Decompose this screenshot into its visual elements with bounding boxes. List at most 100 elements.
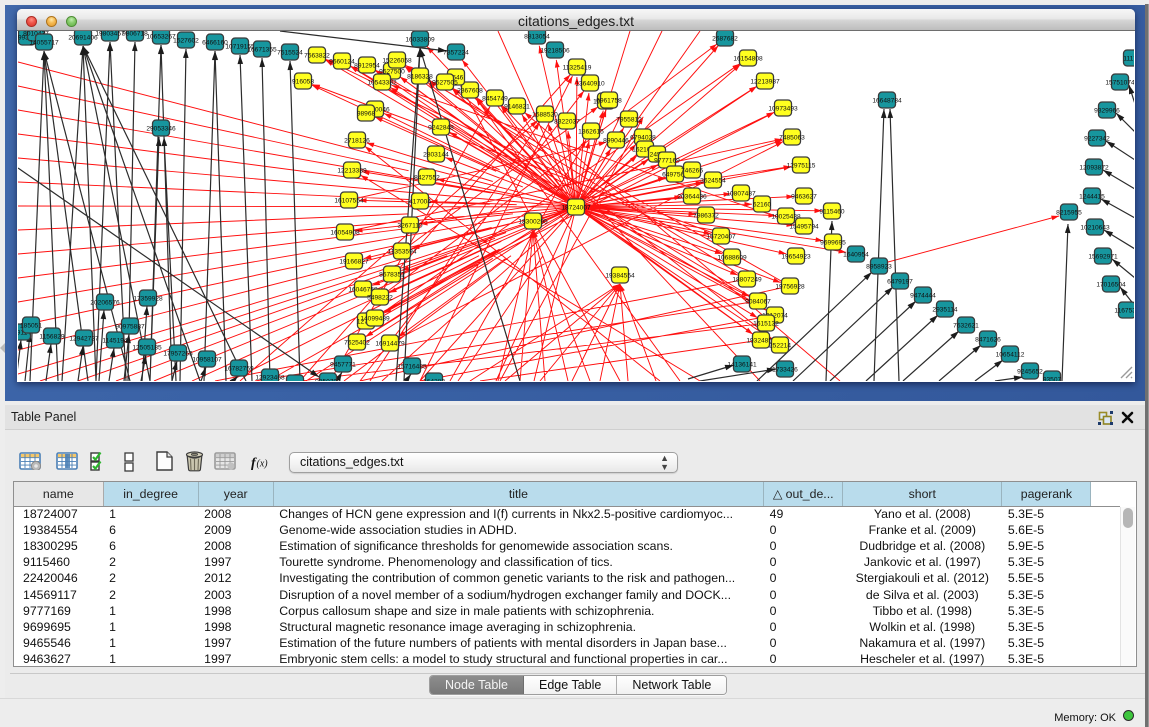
svg-text:(x): (x) xyxy=(257,459,269,470)
svg-text:7955812: 7955812 xyxy=(616,116,642,123)
svg-text:16154808: 16154808 xyxy=(733,55,763,62)
svg-text:19756928: 19756928 xyxy=(775,283,805,290)
svg-text:9350702: 9350702 xyxy=(315,378,341,381)
svg-text:12942737: 12942737 xyxy=(69,335,99,342)
svg-text:1615132: 1615132 xyxy=(753,320,779,327)
svg-text:12213389: 12213389 xyxy=(337,167,367,174)
svg-text:7986372: 7986372 xyxy=(693,212,719,219)
svg-text:2935114: 2935114 xyxy=(932,306,958,313)
svg-text:93507: 93507 xyxy=(1043,376,1062,381)
svg-text:5498222: 5498222 xyxy=(367,294,393,301)
svg-text:6794028: 6794028 xyxy=(630,134,656,141)
svg-text:7632621: 7632621 xyxy=(953,322,979,329)
svg-text:7515524: 7515524 xyxy=(277,49,303,56)
svg-text:1156829: 1156829 xyxy=(39,333,65,340)
svg-text:11170: 11170 xyxy=(1123,55,1134,62)
svg-text:15720407: 15720407 xyxy=(706,233,736,240)
svg-text:417004: 417004 xyxy=(409,198,431,205)
svg-text:8427552: 8427552 xyxy=(414,174,440,181)
svg-text:9227342: 9227342 xyxy=(1084,135,1110,142)
svg-text:18300295: 18300295 xyxy=(518,218,548,225)
svg-text:9660124: 9660124 xyxy=(329,58,355,65)
svg-text:15495794: 15495794 xyxy=(789,223,819,230)
svg-text:10807487: 10807487 xyxy=(726,190,756,197)
svg-text:15751074: 15751074 xyxy=(1105,79,1134,86)
svg-text:13640910: 13640910 xyxy=(575,80,605,87)
svg-text:16782759: 16782759 xyxy=(224,365,254,372)
svg-text:8186328: 8186328 xyxy=(407,73,433,80)
svg-text:1527602: 1527602 xyxy=(173,37,199,44)
svg-text:19803457: 19803457 xyxy=(95,31,125,37)
svg-text:12975115: 12975115 xyxy=(787,162,816,169)
svg-text:8990446: 8990446 xyxy=(603,137,629,144)
svg-text:10654112: 10654112 xyxy=(996,351,1025,358)
svg-text:16914479: 16914479 xyxy=(375,340,405,347)
svg-text:9777169: 9777169 xyxy=(654,157,680,164)
svg-text:18807249: 18807249 xyxy=(732,276,762,283)
svg-text:8454749: 8454749 xyxy=(482,95,508,102)
svg-text:12093872: 12093872 xyxy=(1079,164,1109,171)
svg-text:17957265: 17957265 xyxy=(163,350,193,357)
svg-text:9146821: 9146821 xyxy=(504,103,530,110)
svg-text:9084067: 9084067 xyxy=(745,298,771,305)
svg-text:10973493: 10973493 xyxy=(768,105,798,112)
svg-text:9242848: 9242848 xyxy=(428,124,454,131)
svg-text:164283: 164283 xyxy=(423,378,445,381)
svg-text:2367608: 2367608 xyxy=(457,87,483,94)
svg-text:9474444: 9474444 xyxy=(910,292,936,299)
svg-text:3267110: 3267110 xyxy=(397,222,423,229)
svg-text:29053346: 29053346 xyxy=(146,125,176,132)
svg-text:15692971: 15692971 xyxy=(1088,253,1118,260)
svg-text:1733426: 1733426 xyxy=(772,366,798,373)
svg-text:9463627: 9463627 xyxy=(791,193,817,200)
svg-text:20691406: 20691406 xyxy=(68,34,98,41)
svg-text:15226058: 15226058 xyxy=(382,57,412,64)
svg-text:16107554: 16107554 xyxy=(334,197,364,204)
svg-text:10543382: 10543382 xyxy=(367,79,397,86)
svg-text:6479197: 6479197 xyxy=(887,278,913,285)
svg-text:12213987: 12213987 xyxy=(750,78,780,85)
svg-text:8912954: 8912954 xyxy=(354,62,380,69)
svg-text:3624554: 3624554 xyxy=(700,177,726,184)
svg-text:2803144: 2803144 xyxy=(423,151,449,158)
svg-text:18724007: 18724007 xyxy=(561,204,591,211)
svg-text:9699695: 9699695 xyxy=(820,239,846,246)
svg-text:16033809: 16033809 xyxy=(405,36,435,43)
svg-text:8958923: 8958923 xyxy=(866,263,892,270)
svg-text:7485063: 7485063 xyxy=(779,134,805,141)
svg-text:19654923: 19654923 xyxy=(781,253,811,260)
svg-text:19218506: 19218506 xyxy=(540,47,570,54)
svg-text:1167534: 1167534 xyxy=(1114,307,1134,314)
svg-text:8322037: 8322037 xyxy=(554,118,580,125)
svg-text:8471626: 8471626 xyxy=(975,336,1001,343)
svg-text:8813054: 8813054 xyxy=(524,33,550,40)
svg-text:1588520: 1588520 xyxy=(532,111,558,118)
svg-text:14055717: 14055717 xyxy=(29,39,59,46)
svg-text:9245652: 9245652 xyxy=(1017,368,1043,375)
svg-text:12505185: 12505185 xyxy=(132,344,162,351)
svg-text:185051: 185051 xyxy=(20,322,42,329)
svg-text:15716485: 15716485 xyxy=(397,363,427,370)
svg-text:7625402: 7625402 xyxy=(344,339,370,346)
svg-text:10210643: 10210643 xyxy=(1080,224,1110,231)
svg-text:20364436: 20364436 xyxy=(677,193,707,200)
svg-text:16648784: 16648784 xyxy=(872,97,902,104)
svg-text:17016504: 17016504 xyxy=(1096,281,1126,288)
svg-text:7563822: 7563822 xyxy=(304,52,330,59)
svg-text:9457771: 9457771 xyxy=(330,361,356,368)
svg-text:14136141: 14136141 xyxy=(727,361,757,368)
svg-text:10653267: 10653267 xyxy=(146,33,176,40)
svg-text:1244415: 1244415 xyxy=(1079,193,1105,200)
svg-text:9329966: 9329966 xyxy=(1094,107,1120,114)
svg-text:98968: 98968 xyxy=(357,110,376,117)
svg-text:14099489: 14099489 xyxy=(360,315,390,322)
svg-text:7357224: 7357224 xyxy=(443,49,469,56)
svg-text:1640954: 1640954 xyxy=(843,251,869,258)
svg-text:12223465: 12223465 xyxy=(280,380,310,381)
svg-text:916058: 916058 xyxy=(292,78,314,85)
svg-text:6466160: 6466160 xyxy=(202,39,228,46)
svg-text:90975887: 90975887 xyxy=(115,323,145,330)
svg-text:1145194: 1145194 xyxy=(102,337,128,344)
svg-text:11325419: 11325419 xyxy=(563,64,592,71)
svg-text:19384554: 19384554 xyxy=(605,272,635,279)
